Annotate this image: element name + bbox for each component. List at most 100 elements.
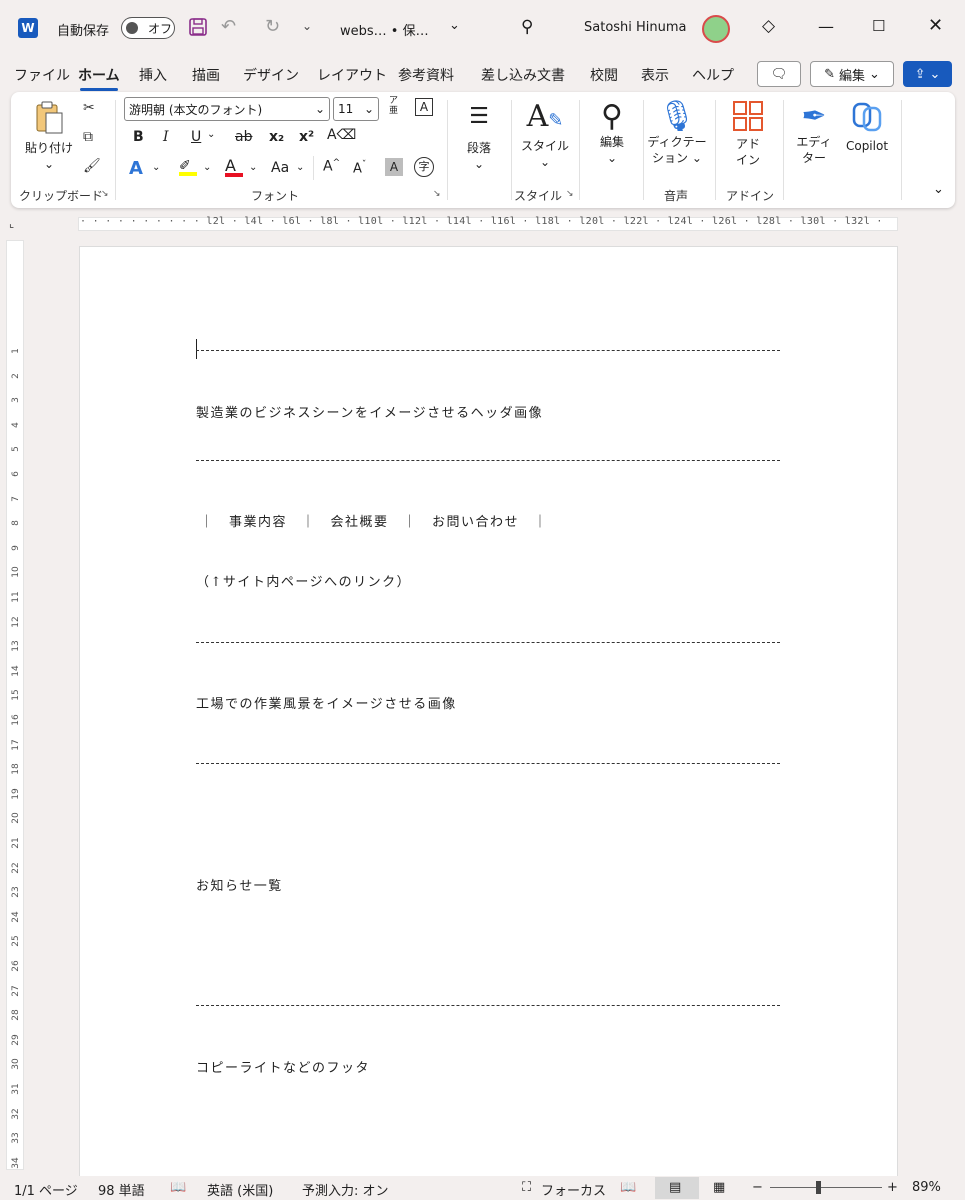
grow-font-button[interactable]: A^ xyxy=(323,158,340,175)
character-shading-icon[interactable]: A xyxy=(385,158,403,176)
italic-button[interactable]: I xyxy=(163,129,169,145)
editing-button[interactable]: ⚲ 編集 ⌄ xyxy=(587,100,637,166)
strikethrough-button[interactable]: ab xyxy=(235,129,252,145)
paragraph-header-image[interactable]: 製造業のビジネスシーンをイメージさせるヘッダ画像 xyxy=(196,402,543,421)
paragraph-nav-links[interactable]: ｜ 事業内容 ｜ 会社概要 ｜ お問い合わせ ｜ xyxy=(200,511,548,530)
zoom-slider-track[interactable] xyxy=(770,1187,882,1188)
styles-button[interactable]: A✎ スタイル ⌄ xyxy=(519,100,571,170)
avatar[interactable] xyxy=(702,15,730,43)
chevron-down-icon[interactable]: ⌄ xyxy=(203,162,211,173)
paragraph-footer[interactable]: コピーライトなどのフッタ xyxy=(196,1057,370,1076)
language-status[interactable]: 英語 (米国) xyxy=(207,1180,273,1199)
user-name[interactable]: Satoshi Hinuma xyxy=(584,20,687,35)
tab-mailings[interactable]: 差し込み文書 xyxy=(481,65,565,85)
dialog-launcher-icon[interactable]: ↘ xyxy=(433,189,441,199)
phonetic-guide-icon[interactable]: ア亜 xyxy=(389,96,398,116)
cut-icon[interactable]: ✂ xyxy=(83,100,95,116)
addins-label-2: イン xyxy=(735,153,760,167)
dialog-launcher-icon[interactable]: ↘ xyxy=(101,189,109,199)
editing-mode-button[interactable]: ✎ 編集 ⌄ xyxy=(810,61,894,87)
zoom-level[interactable]: 89% xyxy=(912,1180,941,1195)
subscript-button[interactable]: x₂ xyxy=(269,129,284,145)
chevron-down-icon[interactable]: ⌄ xyxy=(449,18,460,33)
minimize-icon[interactable]: — xyxy=(818,17,834,36)
tab-layout[interactable]: レイアウト xyxy=(317,65,387,85)
bold-button[interactable]: B xyxy=(133,129,144,145)
word-count[interactable]: 98 単語 xyxy=(98,1180,145,1199)
comment-button[interactable]: 🗨 xyxy=(757,61,801,87)
chevron-down-icon[interactable]: ⌄ xyxy=(296,162,304,173)
font-color-bar xyxy=(225,173,243,177)
focus-button[interactable]: フォーカス xyxy=(541,1180,606,1199)
chevron-down-icon[interactable]: ⌄ xyxy=(249,162,257,173)
font-size-combo[interactable]: 11 ⌄ xyxy=(333,97,379,121)
paragraph-factory-image[interactable]: 工場での作業風景をイメージさせる画像 xyxy=(196,693,457,712)
page-count[interactable]: 1/1 ページ xyxy=(14,1180,78,1199)
font-name-combo[interactable]: 游明朝 (本文のフォント) ⌄ xyxy=(124,97,330,121)
paragraph-link-note[interactable]: （↑サイト内ページへのリンク） xyxy=(196,571,411,590)
predictive-status[interactable]: 予測入力: オン xyxy=(302,1180,389,1199)
tab-review[interactable]: 校閲 xyxy=(590,65,618,85)
paragraph-news-list[interactable]: お知らせ一覧 xyxy=(196,875,283,894)
chevron-down-icon: ⌄ xyxy=(363,102,374,116)
tab-selector-icon[interactable]: ⌞ xyxy=(9,217,14,230)
ruler-tick-label: 14 xyxy=(11,665,21,677)
dictate-button[interactable]: 🎙 ディクテー ション ⌄ xyxy=(647,100,707,166)
chevron-down-icon[interactable]: ⌄ xyxy=(207,129,215,140)
share-button[interactable]: ⇪ ⌄ xyxy=(903,61,952,87)
maximize-icon[interactable]: ☐ xyxy=(872,17,885,35)
font-color-icon[interactable]: A xyxy=(225,156,243,177)
proofing-icon[interactable]: 📖 xyxy=(170,1180,186,1195)
close-icon[interactable]: ✕ xyxy=(928,15,943,36)
tab-design[interactable]: デザイン xyxy=(243,65,299,85)
ruler-tick-label: 33 xyxy=(11,1132,21,1144)
clear-formatting-icon[interactable]: A⌫ xyxy=(327,127,356,143)
dialog-launcher-icon[interactable]: ↘ xyxy=(566,189,574,199)
tab-references[interactable]: 参考資料 xyxy=(398,65,454,85)
character-border-icon[interactable]: A xyxy=(415,98,433,116)
highlight-icon[interactable]: ✐ xyxy=(179,158,197,176)
focus-icon[interactable]: ⛶ xyxy=(522,1180,531,1195)
chevron-down-icon[interactable]: ⌄ xyxy=(152,162,160,173)
tab-file[interactable]: ファイル xyxy=(14,65,70,85)
editing-label: 編集 xyxy=(599,135,624,149)
web-layout-icon[interactable]: ▦ xyxy=(713,1180,725,1195)
read-mode-icon[interactable]: 📖 xyxy=(620,1180,636,1195)
customize-icon[interactable]: ⌄ xyxy=(302,19,312,33)
ruler-tick-label: 18 xyxy=(11,763,21,775)
diamond-icon[interactable]: ◇ xyxy=(762,16,775,36)
tab-insert[interactable]: 挿入 xyxy=(139,65,167,85)
search-icon[interactable]: ⚲ xyxy=(521,17,533,37)
ribbon-expand-icon[interactable]: ⌄ xyxy=(933,182,944,197)
zoom-in-button[interactable]: + xyxy=(887,1180,898,1195)
horizontal-ruler[interactable]: ⌞ · · · · · · · · · · l2l · l4l · l6l · … xyxy=(0,212,965,234)
copilot-button[interactable]: Copilot xyxy=(839,100,895,154)
paste-button[interactable]: 貼り付け ⌄ xyxy=(23,100,75,172)
superscript-button[interactable]: x² xyxy=(299,129,314,145)
tab-draw[interactable]: 描画 xyxy=(192,65,220,85)
editor-button[interactable]: ✒ エディ ター xyxy=(789,100,839,166)
zoom-slider-thumb[interactable] xyxy=(816,1181,821,1194)
redo-icon[interactable]: ↻ xyxy=(265,16,280,37)
enclosed-character-icon[interactable]: 字 xyxy=(414,157,434,177)
ruler-tick-label: 25 xyxy=(11,935,21,948)
tab-view[interactable]: 表示 xyxy=(641,65,669,85)
addins-button[interactable]: アド イン xyxy=(723,100,773,168)
print-layout-icon[interactable]: ▤ xyxy=(669,1180,681,1195)
tab-home[interactable]: ホーム xyxy=(78,65,120,91)
undo-icon[interactable]: ↶ xyxy=(221,16,236,37)
text-effects-icon[interactable]: A xyxy=(129,158,143,179)
shrink-font-button[interactable]: Aˇ xyxy=(353,160,366,176)
underline-button[interactable]: U xyxy=(191,129,201,145)
copy-icon[interactable]: ⧉ xyxy=(83,129,93,145)
zoom-out-button[interactable]: − xyxy=(752,1180,763,1195)
change-case-button[interactable]: Aa xyxy=(271,160,289,176)
paragraph-button[interactable]: ☰ 段落 ⌄ xyxy=(455,100,503,172)
vertical-ruler[interactable]: 1 2 3 4 5 6 7 8 9 10 11 12 13 14 15 16 17 18 19 20 21 22 23 24 2… xyxy=(6,240,24,1170)
autosave-toggle[interactable]: オフ xyxy=(121,17,175,39)
format-painter-icon[interactable]: 🖌 xyxy=(83,158,101,174)
document-title[interactable]: webs… • 保… xyxy=(340,20,429,39)
save-icon[interactable] xyxy=(188,17,208,37)
tab-help[interactable]: ヘルプ xyxy=(692,65,734,85)
document-page[interactable]: 製造業のビジネスシーンをイメージさせるヘッダ画像 ｜ 事業内容 ｜ 会社概要 ｜… xyxy=(79,246,898,1180)
